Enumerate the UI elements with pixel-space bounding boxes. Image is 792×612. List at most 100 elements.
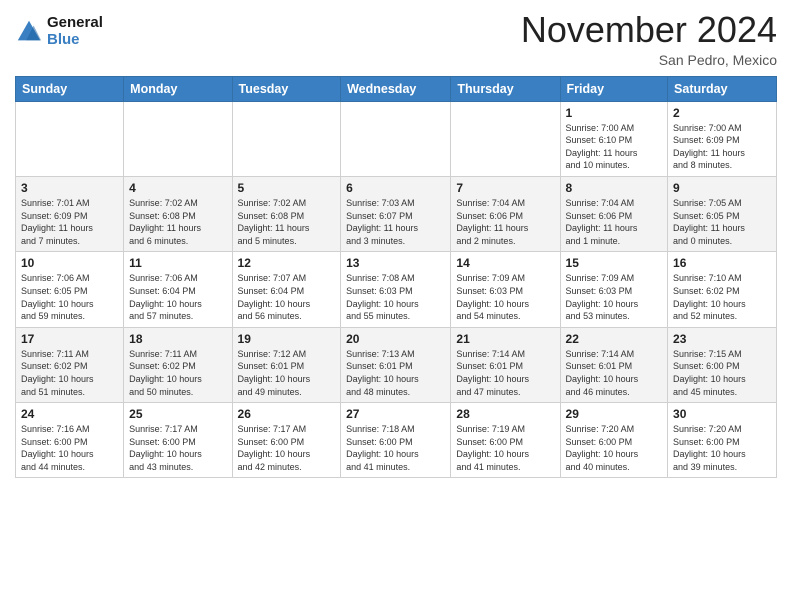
logo-general: General — [47, 15, 103, 32]
calendar-cell: 8 Sunrise: 7:04 AM Sunset: 6:06 PM Daylig… — [560, 176, 668, 251]
day-info: Sunrise: 7:10 AM Sunset: 6:02 PM Dayligh… — [673, 272, 771, 322]
day-number: 3 — [21, 181, 118, 195]
calendar-cell: 2 Sunrise: 7:00 AM Sunset: 6:09 PM Daylig… — [668, 101, 777, 176]
calendar-cell: 7 Sunrise: 7:04 AM Sunset: 6:06 PM Daylig… — [451, 176, 560, 251]
calendar-cell: 17 Sunrise: 7:11 AM Sunset: 6:02 PM Dayli… — [16, 327, 124, 402]
logo-blue: Blue — [47, 32, 103, 49]
calendar-cell: 15Sunrise: 7:09 AM Sunset: 6:03 PM Dayli… — [560, 252, 668, 327]
day-info: Sunrise: 7:17 AM Sunset: 6:00 PM Dayligh… — [238, 423, 336, 473]
day-info: Sunrise: 7:03 AM Sunset: 6:07 PM Dayligh… — [346, 197, 445, 247]
day-number: 28 — [456, 407, 554, 421]
calendar-cell: 4Sunrise: 7:02 AM Sunset: 6:08 PM Daylig… — [124, 176, 232, 251]
page-header: General Blue November 2024 San Pedro, Me… — [15, 10, 777, 68]
day-info: Sunrise: 7:12 AM Sunset: 6:01 PM Dayligh… — [238, 348, 336, 398]
day-number: 27 — [346, 407, 445, 421]
weekday-header-saturday: Saturday — [668, 76, 777, 101]
day-info: Sunrise: 7:04 AM Sunset: 6:06 PM Dayligh… — [456, 197, 554, 247]
day-info: Sunrise: 7:14 AM Sunset: 6:01 PM Dayligh… — [566, 348, 663, 398]
day-number: 26 — [238, 407, 336, 421]
calendar-cell: 20 Sunrise: 7:13 AM Sunset: 6:01 PM Dayli… — [341, 327, 451, 402]
day-info: Sunrise: 7:09 AM Sunset: 6:03 PM Dayligh… — [456, 272, 554, 322]
calendar-cell — [124, 101, 232, 176]
week-row-3: 10Sunrise: 7:06 AM Sunset: 6:05 PM Dayli… — [16, 252, 777, 327]
day-info: Sunrise: 7:11 AM Sunset: 6:02 PM Dayligh… — [21, 348, 118, 398]
week-row-2: 3Sunrise: 7:01 AM Sunset: 6:09 PM Daylig… — [16, 176, 777, 251]
day-info: Sunrise: 7:02 AM Sunset: 6:08 PM Dayligh… — [238, 197, 336, 247]
day-number: 17 — [21, 332, 118, 346]
day-info: Sunrise: 7:18 AM Sunset: 6:00 PM Dayligh… — [346, 423, 445, 473]
day-info: Sunrise: 7:16 AM Sunset: 6:00 PM Dayligh… — [21, 423, 118, 473]
day-number: 12 — [238, 256, 336, 270]
day-info: Sunrise: 7:07 AM Sunset: 6:04 PM Dayligh… — [238, 272, 336, 322]
day-number: 6 — [346, 181, 445, 195]
day-info: Sunrise: 7:13 AM Sunset: 6:01 PM Dayligh… — [346, 348, 445, 398]
day-info: Sunrise: 7:05 AM Sunset: 6:05 PM Dayligh… — [673, 197, 771, 247]
calendar-cell: 1 Sunrise: 7:00 AM Sunset: 6:10 PM Daylig… — [560, 101, 668, 176]
day-info: Sunrise: 7:06 AM Sunset: 6:05 PM Dayligh… — [21, 272, 118, 322]
day-number: 1 — [566, 106, 663, 120]
calendar-cell: 28 Sunrise: 7:19 AM Sunset: 6:00 PM Dayli… — [451, 403, 560, 478]
logo-text: General Blue — [47, 15, 103, 48]
calendar-cell: 3Sunrise: 7:01 AM Sunset: 6:09 PM Daylig… — [16, 176, 124, 251]
week-row-5: 24 Sunrise: 7:16 AM Sunset: 6:00 PM Dayli… — [16, 403, 777, 478]
day-number: 23 — [673, 332, 771, 346]
calendar-cell: 16 Sunrise: 7:10 AM Sunset: 6:02 PM Dayli… — [668, 252, 777, 327]
day-number: 16 — [673, 256, 771, 270]
calendar-page: General Blue November 2024 San Pedro, Me… — [0, 0, 792, 493]
calendar-cell: 9 Sunrise: 7:05 AM Sunset: 6:05 PM Daylig… — [668, 176, 777, 251]
day-number: 19 — [238, 332, 336, 346]
calendar-cell: 14 Sunrise: 7:09 AM Sunset: 6:03 PM Dayli… — [451, 252, 560, 327]
day-number: 2 — [673, 106, 771, 120]
calendar-cell: 30Sunrise: 7:20 AM Sunset: 6:00 PM Dayli… — [668, 403, 777, 478]
calendar-cell: 13 Sunrise: 7:08 AM Sunset: 6:03 PM Dayli… — [341, 252, 451, 327]
weekday-header-friday: Friday — [560, 76, 668, 101]
day-number: 9 — [673, 181, 771, 195]
calendar-cell: 27 Sunrise: 7:18 AM Sunset: 6:00 PM Dayli… — [341, 403, 451, 478]
day-number: 8 — [566, 181, 663, 195]
calendar-cell: 29 Sunrise: 7:20 AM Sunset: 6:00 PM Dayli… — [560, 403, 668, 478]
week-row-1: 1 Sunrise: 7:00 AM Sunset: 6:10 PM Daylig… — [16, 101, 777, 176]
day-info: Sunrise: 7:06 AM Sunset: 6:04 PM Dayligh… — [129, 272, 226, 322]
day-number: 20 — [346, 332, 445, 346]
day-info: Sunrise: 7:15 AM Sunset: 6:00 PM Dayligh… — [673, 348, 771, 398]
calendar-cell: 22 Sunrise: 7:14 AM Sunset: 6:01 PM Dayli… — [560, 327, 668, 402]
calendar-cell: 6 Sunrise: 7:03 AM Sunset: 6:07 PM Daylig… — [341, 176, 451, 251]
day-info: Sunrise: 7:19 AM Sunset: 6:00 PM Dayligh… — [456, 423, 554, 473]
day-info: Sunrise: 7:08 AM Sunset: 6:03 PM Dayligh… — [346, 272, 445, 322]
day-number: 30 — [673, 407, 771, 421]
calendar-cell — [16, 101, 124, 176]
day-number: 29 — [566, 407, 663, 421]
calendar-table: SundayMondayTuesdayWednesdayThursdayFrid… — [15, 76, 777, 479]
day-number: 13 — [346, 256, 445, 270]
day-info: Sunrise: 7:04 AM Sunset: 6:06 PM Dayligh… — [566, 197, 663, 247]
calendar-cell — [451, 101, 560, 176]
day-number: 18 — [129, 332, 226, 346]
day-number: 25 — [129, 407, 226, 421]
day-number: 22 — [566, 332, 663, 346]
calendar-cell: 19 Sunrise: 7:12 AM Sunset: 6:01 PM Dayli… — [232, 327, 341, 402]
calendar-cell — [232, 101, 341, 176]
month-title: November 2024 — [521, 10, 777, 50]
calendar-cell: 25Sunrise: 7:17 AM Sunset: 6:00 PM Dayli… — [124, 403, 232, 478]
day-info: Sunrise: 7:00 AM Sunset: 6:09 PM Dayligh… — [673, 122, 771, 172]
day-info: Sunrise: 7:20 AM Sunset: 6:00 PM Dayligh… — [566, 423, 663, 473]
day-number: 24 — [21, 407, 118, 421]
day-info: Sunrise: 7:00 AM Sunset: 6:10 PM Dayligh… — [566, 122, 663, 172]
weekday-header-monday: Monday — [124, 76, 232, 101]
day-number: 14 — [456, 256, 554, 270]
day-number: 5 — [238, 181, 336, 195]
day-number: 15 — [566, 256, 663, 270]
weekday-header-sunday: Sunday — [16, 76, 124, 101]
location: San Pedro, Mexico — [521, 52, 777, 68]
day-info: Sunrise: 7:14 AM Sunset: 6:01 PM Dayligh… — [456, 348, 554, 398]
day-number: 7 — [456, 181, 554, 195]
weekday-header-wednesday: Wednesday — [341, 76, 451, 101]
day-number: 21 — [456, 332, 554, 346]
week-row-4: 17 Sunrise: 7:11 AM Sunset: 6:02 PM Dayli… — [16, 327, 777, 402]
weekday-header-row: SundayMondayTuesdayWednesdayThursdayFrid… — [16, 76, 777, 101]
day-info: Sunrise: 7:02 AM Sunset: 6:08 PM Dayligh… — [129, 197, 226, 247]
calendar-cell — [341, 101, 451, 176]
calendar-cell: 11Sunrise: 7:06 AM Sunset: 6:04 PM Dayli… — [124, 252, 232, 327]
logo-icon — [15, 18, 43, 46]
logo: General Blue — [15, 15, 103, 48]
